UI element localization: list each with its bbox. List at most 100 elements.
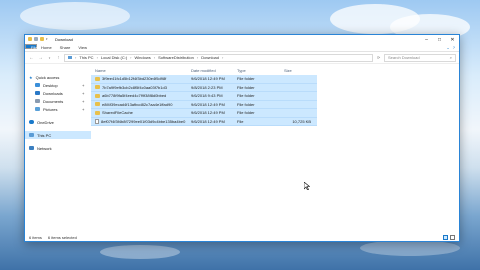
sidebar-item-label: Downloads [43,90,63,96]
table-row[interactable]: 8ef07f4f3f4b8f7299ee01f03d9c4bbe135ba4be… [91,117,317,126]
breadcrumb-windows[interactable]: Windows [135,55,151,60]
file-icon [95,118,99,124]
refresh-button[interactable]: ⟳ [375,54,382,61]
file-name-cell: e8f4f39ecad4f13afbcd82c7aa4e1ffad90 [91,102,191,107]
maximize-button[interactable]: □ [433,35,446,44]
file-name: e8f4f39ecad4f13afbcd82c7aa4e1ffad90 [102,101,173,107]
recent-locations-icon[interactable]: ▾ [46,54,53,61]
file-type: File folder [237,84,255,90]
download-icon [35,91,40,95]
table-row[interactable]: 3f9ee41fc1d5b12f4f3bd230e4f5d98f 9/6/2018… [91,75,317,84]
selection-count: 6 items selected [47,234,77,240]
pin-icon[interactable]: ✦ [82,91,85,96]
sidebar-item-desktop[interactable]: Desktop ✦ [25,81,91,89]
column-headers: Name Date modified Type Size [85,65,459,75]
help-icon[interactable]: ? [453,45,455,50]
sidebar-item-downloads[interactable]: Downloads ✦ [25,89,91,97]
tab-view[interactable]: View [74,44,91,51]
breadcrumb-local-disk[interactable]: Local Disk (C:) [101,55,127,60]
sidebar-item-label: This PC [37,132,52,138]
breadcrumb-download[interactable]: Download [201,55,219,60]
breadcrumb-softwaredistribution[interactable]: SoftwareDistribution [158,55,194,60]
sidebar-item-label: Network [37,145,52,151]
folder-icon [95,76,100,81]
column-type[interactable]: Type [237,68,284,73]
file-name: SharedFileCache [102,110,133,116]
close-button[interactable]: ✕ [446,35,459,44]
search-icon: ⌕ [449,55,452,60]
file-name: a6b778f9fa5f4eed4c7f9f38f8d0bbed [102,93,167,99]
title-bar[interactable]: ▾ Download – □ ✕ [25,35,459,44]
forward-button[interactable]: → [37,54,44,61]
properties-icon[interactable] [34,37,38,41]
tab-home[interactable]: Home [37,44,56,51]
pin-icon[interactable]: ✦ [82,107,85,112]
table-row[interactable]: 7b7a9f9efb3cb2c8f5f4c0aa03f7b1d3 9/8/2018… [91,83,317,92]
tab-file[interactable]: File [25,44,37,50]
file-rows: 3f9ee41fc1d5b12f4f3bd230e4f5d98f 9/6/2018… [91,75,317,126]
pictures-icon [35,107,40,111]
file-name-cell: 3f9ee41fc1d5b12f4f3bd230e4f5d98f [91,76,191,81]
table-row[interactable]: e8f4f39ecad4f13afbcd82c7aa4e1ffad90 9/6/2… [91,100,317,109]
file-date: 9/6/2018 9:43 PM [191,93,223,99]
explorer-body: ★ Quick access Desktop ✦ Downloads ✦ Doc… [25,65,459,233]
up-button[interactable]: ↑ [55,54,62,61]
search-box[interactable]: Search Download ⌕ [384,53,456,62]
file-name-cell: a6b778f9fa5f4eed4c7f9f38f8d0bbed [91,93,191,98]
address-bar[interactable]: › This PC › Local Disk (C:) › Windows › … [64,53,373,62]
file-list: Name Date modified Type Size 3f9ee41fc1d… [91,65,459,233]
file-date: 9/6/2018 12:49 PM [191,101,225,107]
navigation-bar: ← → ▾ ↑ › This PC › Local Disk (C:) › Wi… [25,52,459,64]
expand-ribbon-icon[interactable]: ⌄ [446,45,449,50]
minimize-button[interactable]: – [420,35,433,44]
file-type: File folder [237,110,255,116]
sidebar-item-pictures[interactable]: Pictures ✦ [25,105,91,113]
navigation-pane: ★ Quick access Desktop ✦ Downloads ✦ Doc… [25,65,91,233]
status-bar: 6 items 6 items selected [25,233,459,241]
sidebar-item-label: Quick access [35,74,60,80]
file-date: 9/6/2018 12:49 PM [191,118,225,124]
sidebar-item-documents[interactable]: Documents ✦ [25,97,91,105]
network-icon [29,146,34,150]
breadcrumb-this-pc[interactable]: This PC [79,55,93,60]
sidebar-item-network[interactable]: Network [25,144,91,152]
sidebar-item-onedrive[interactable]: OneDrive [25,118,91,126]
file-date: 9/6/2018 12:49 PM [191,110,225,116]
sidebar-item-this-pc[interactable]: This PC [25,131,91,139]
documents-icon [35,99,40,103]
cloud [100,245,180,259]
file-type: File [237,118,244,124]
back-button[interactable]: ← [28,54,35,61]
column-name[interactable]: Name [91,68,191,73]
window-title: Download [55,37,73,42]
pin-icon[interactable]: ✦ [82,99,85,104]
column-size[interactable]: Size [284,68,314,73]
large-icons-view-icon[interactable] [450,234,455,240]
file-name: 8ef07f4f3f4b8f7299ee01f03d9c4bbe135ba4be… [101,118,186,124]
pin-icon[interactable]: ✦ [82,83,85,88]
sidebar-item-quick-access[interactable]: ★ Quick access [25,73,91,81]
sidebar-item-label: Desktop [43,82,58,88]
file-name: 7b7a9f9efb3cb2c8f5f4c0aa03f7b1d3 [102,84,167,90]
sidebar-item-label: OneDrive [37,119,54,125]
column-date-modified[interactable]: Date modified [191,68,237,73]
sidebar-item-label: Pictures [43,106,58,112]
folder-icon [95,110,100,115]
computer-icon [68,56,72,59]
tab-share[interactable]: Share [56,44,75,51]
new-folder-icon[interactable] [40,37,44,41]
file-name-cell: 7b7a9f9efb3cb2c8f5f4c0aa03f7b1d3 [91,85,191,90]
details-view-icon[interactable] [443,234,448,240]
table-row[interactable]: SharedFileCache 9/6/2018 12:49 PM File fol… [91,109,317,118]
explorer-window: ▾ Download – □ ✕ File Home Share View ⌄ … [24,34,460,242]
file-date: 9/6/2018 12:49 PM [191,76,225,82]
file-type: File folder [237,101,255,107]
quick-access-toolbar-dropdown-icon[interactable]: ▾ [46,37,48,41]
folder-icon [95,102,100,107]
ribbon-tabs: File Home Share View ⌄ ? [25,44,459,52]
file-name: 3f9ee41fc1d5b12f4f3bd230e4f5d98f [102,76,167,82]
table-row[interactable]: a6b778f9fa5f4eed4c7f9f38f8d0bbed 9/6/2018… [91,92,317,101]
mouse-cursor-icon [304,182,310,190]
search-placeholder: Search Download [388,55,420,60]
folder-icon [28,37,32,41]
